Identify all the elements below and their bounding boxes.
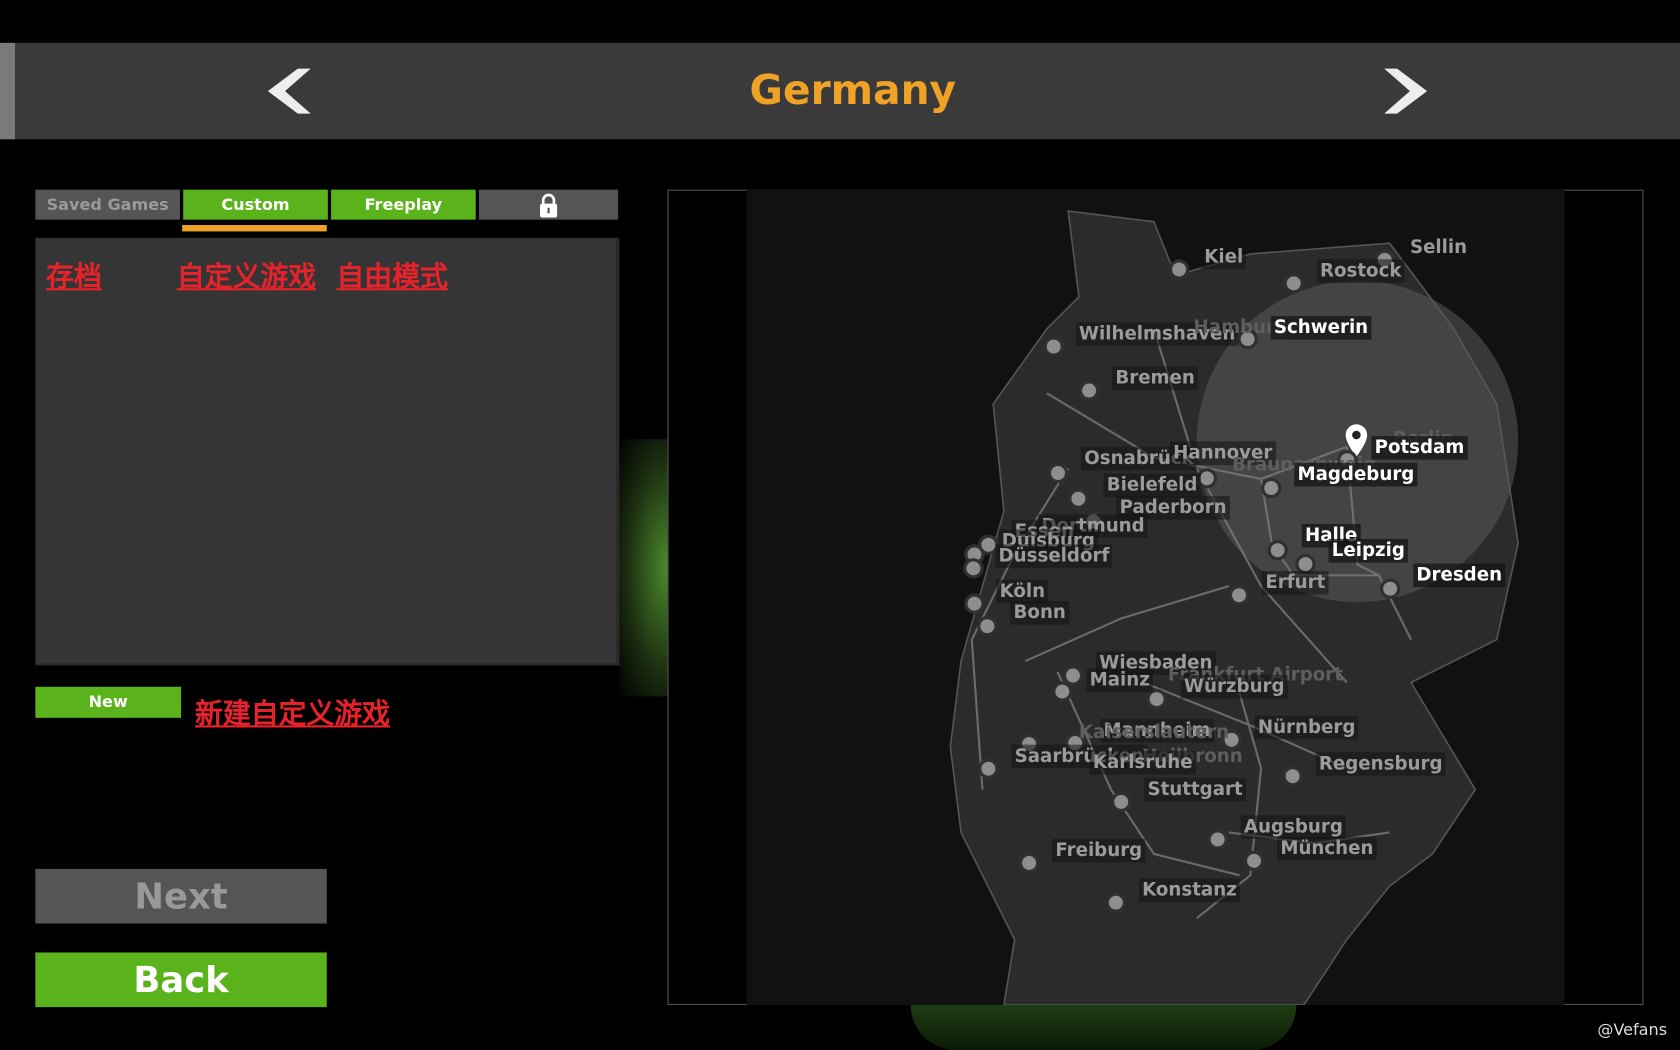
header-bar: Germany: [0, 42, 1680, 140]
city-dot[interactable]: [1261, 477, 1282, 499]
truck-background-bottom: [910, 1004, 1297, 1050]
city-dot[interactable]: [1243, 850, 1265, 872]
lock-icon: [539, 193, 558, 217]
city-dot[interactable]: [1207, 829, 1228, 850]
city-label[interactable]: Köln: [996, 579, 1049, 604]
city-dot[interactable]: [978, 758, 999, 779]
city-dot[interactable]: [964, 593, 985, 614]
city-dot[interactable]: [1052, 681, 1073, 702]
game-screen: Germany Saved Games Custom Freeplay 存档 自…: [0, 0, 1680, 1050]
city-label[interactable]: Kaiserslautern: [1076, 721, 1233, 745]
city-label[interactable]: Konstanz: [1138, 878, 1241, 903]
city-label[interactable]: Schwerin: [1270, 316, 1372, 340]
next-button[interactable]: Next: [35, 868, 327, 924]
chevron-left-icon[interactable]: [266, 66, 313, 115]
truck-background: [619, 439, 668, 697]
chevron-right-icon[interactable]: [1382, 66, 1429, 115]
city-label[interactable]: Bremen: [1112, 366, 1199, 390]
annotation-freeplay: 自由模式: [336, 261, 448, 294]
city-dot[interactable]: [1018, 852, 1040, 874]
city-dot[interactable]: [1105, 892, 1127, 913]
page-title: Germany: [749, 66, 957, 114]
annotation-saved-games: 存档: [46, 261, 102, 294]
tab-saved-games[interactable]: Saved Games: [35, 189, 180, 220]
city-dot[interactable]: [1043, 336, 1064, 357]
city-label[interactable]: Augsburg: [1240, 815, 1347, 839]
city-dot[interactable]: [1068, 488, 1089, 509]
city-dot[interactable]: [1228, 584, 1250, 606]
annotation-custom: 自定义游戏: [176, 261, 317, 294]
city-dot[interactable]: [1283, 273, 1304, 294]
city-dot[interactable]: [1282, 766, 1303, 787]
city-dot[interactable]: [1168, 259, 1190, 280]
city-label[interactable]: München: [1277, 836, 1377, 861]
city-dot[interactable]: [1379, 578, 1401, 599]
tab-locked[interactable]: [478, 189, 619, 220]
germany-map[interactable]: Kiel Sellin Rostock Wilhelmshaven Hamburg Sch…: [746, 189, 1565, 1005]
city-dot[interactable]: [1047, 462, 1069, 484]
city-dot[interactable]: [963, 558, 984, 579]
city-label[interactable]: Mainz: [1086, 668, 1154, 693]
custom-games-list[interactable]: [35, 237, 620, 666]
new-button[interactable]: New: [35, 686, 182, 718]
annotation-new: 新建自定义游戏: [194, 698, 391, 731]
city-label[interactable]: Bielefeld: [1103, 473, 1201, 498]
city-label[interactable]: Bonn: [1010, 601, 1070, 625]
city-label[interactable]: Nürnberg: [1254, 715, 1359, 740]
city-label[interactable]: Magdeburg: [1294, 462, 1418, 487]
tab-freeplay[interactable]: Freeplay: [331, 189, 476, 220]
active-tab-indicator: [182, 224, 327, 232]
city-dot[interactable]: [1078, 380, 1100, 401]
city-label[interactable]: Dresden: [1413, 563, 1506, 588]
city-label[interactable]: Rostock: [1316, 259, 1405, 283]
city-label[interactable]: Würzburg: [1180, 674, 1288, 699]
city-dot[interactable]: [977, 616, 998, 637]
back-button[interactable]: Back: [35, 952, 327, 1008]
city-label[interactable]: Stuttgart: [1144, 777, 1246, 802]
city-label[interactable]: Leipzig: [1328, 538, 1409, 563]
city-label[interactable]: Erfurt: [1262, 571, 1329, 595]
watermark: @Vefans: [1597, 1019, 1668, 1040]
city-dot[interactable]: [1267, 539, 1288, 561]
tab-custom[interactable]: Custom: [183, 189, 328, 220]
city-label[interactable]: Düsseldorf: [995, 544, 1113, 568]
city-label[interactable]: Kiel: [1201, 245, 1247, 269]
city-dot[interactable]: [1111, 791, 1132, 813]
city-label[interactable]: Potsdam: [1371, 436, 1468, 460]
city-label[interactable]: Sellin: [1406, 235, 1471, 260]
city-label[interactable]: Karlsruhe: [1089, 751, 1196, 775]
city-label[interactable]: Regensburg: [1315, 752, 1446, 776]
city-label[interactable]: Freiburg: [1052, 838, 1146, 863]
